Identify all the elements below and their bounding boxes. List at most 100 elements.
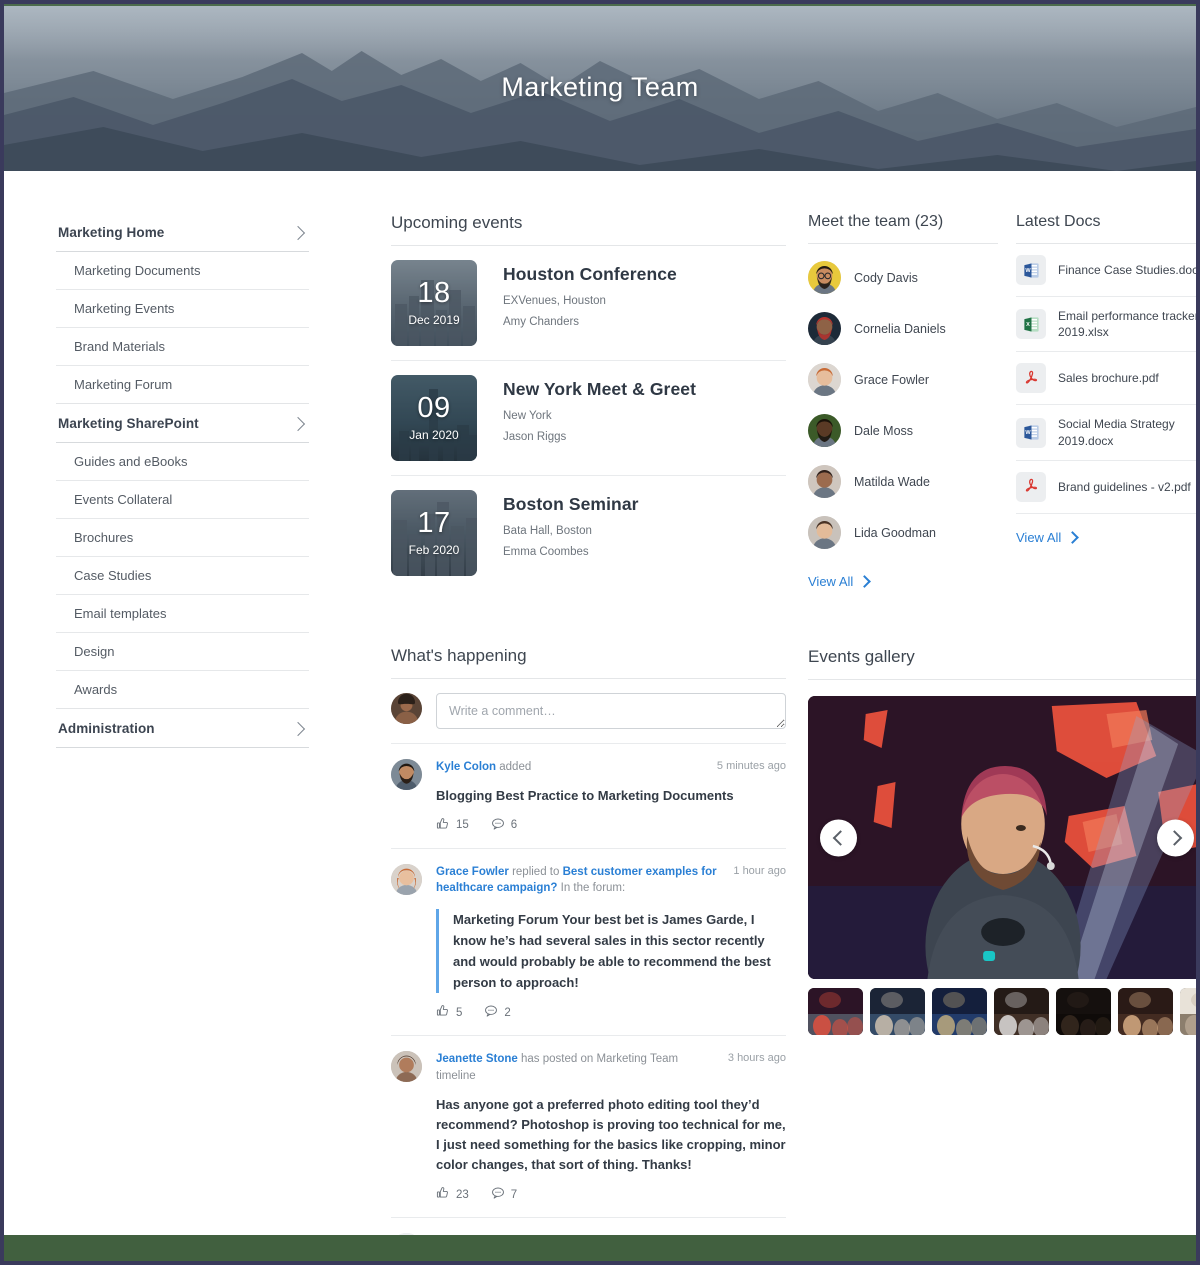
like-action[interactable]: 23 [436, 1186, 469, 1203]
post-author-link[interactable]: Grace Fowler [436, 866, 509, 878]
sidebar-item-email-templates[interactable]: Email templates [56, 595, 309, 633]
like-count: 5 [456, 1006, 463, 1019]
gallery-thumbnail[interactable] [1056, 988, 1111, 1035]
gallery-thumbnail[interactable] [870, 988, 925, 1035]
team-member-row[interactable]: Dale Moss [808, 405, 998, 456]
meet-the-team-heading: Meet the team (23) [808, 213, 998, 244]
team-member-name: Matilda Wade [854, 474, 930, 489]
post-content: Jeanette Stone has posted on Marketing T… [436, 1051, 786, 1203]
composer-avatar [391, 693, 422, 724]
team-member-row[interactable]: Lida Goodman [808, 507, 998, 558]
post-author-link[interactable]: Jeanette Stone [436, 1053, 518, 1065]
team-member-name: Grace Fowler [854, 372, 930, 387]
team-member-row[interactable]: Grace Fowler [808, 354, 998, 405]
sidebar-item-marketing-events[interactable]: Marketing Events [56, 290, 309, 328]
event-day: 18 [417, 277, 451, 309]
latest-docs-panel: Latest Docs W Finance Case Studies.docx X E… [1016, 213, 1196, 547]
post-meta: Grace Fowler replied to Best customer ex… [436, 864, 723, 897]
avatar [808, 465, 841, 498]
team-member-row[interactable]: Matilda Wade [808, 456, 998, 507]
latest-docs-heading: Latest Docs [1016, 213, 1196, 244]
sidebar-item-events-collateral[interactable]: Events Collateral [56, 481, 309, 519]
doc-name: Social Media Strategy 2019.docx [1058, 417, 1175, 448]
comment-action[interactable]: 6 [491, 817, 517, 834]
word-doc-icon: W [1016, 255, 1046, 285]
doc-item[interactable]: Sales brochure.pdf [1016, 352, 1196, 406]
comment-action[interactable]: 7 [491, 1186, 517, 1203]
post-author-link[interactable]: Kyle Colon [436, 761, 496, 773]
main-column: Upcoming events 18 Dec 2019 Houston Confer… [391, 213, 786, 1261]
like-action[interactable]: 15 [436, 817, 469, 834]
comment-count: 6 [510, 819, 518, 832]
event-name: Boston Seminar [503, 494, 639, 514]
post-actions: 23 7 [436, 1186, 786, 1203]
event-item[interactable]: 09 Jan 2020 New York Meet & Greet New York J… [391, 361, 786, 476]
sidebar-item-design[interactable]: Design [56, 633, 309, 671]
gallery-thumbnail[interactable] [1118, 988, 1173, 1035]
like-count: 15 [456, 819, 469, 832]
chevron-right-icon [290, 721, 306, 736]
gallery-next-button[interactable] [1157, 819, 1194, 856]
post-text: Blogging Best Practice to Marketing Docu… [436, 787, 734, 803]
docs-view-all-label: View All [1016, 529, 1062, 545]
doc-item[interactable]: W Social Media Strategy 2019.docx [1016, 405, 1196, 461]
team-member-row[interactable]: Cornelia Daniels [808, 303, 998, 354]
team-view-all-link[interactable]: View All [808, 574, 872, 589]
sidebar-item-awards[interactable]: Awards [56, 671, 309, 708]
sidebar-item-guides-and-ebooks[interactable]: Guides and eBooks [56, 443, 309, 481]
thumbs-up-icon [436, 817, 450, 834]
docs-view-all-link[interactable]: View All [1016, 529, 1080, 545]
sidebar-header-marketing-home[interactable]: Marketing Home [56, 213, 309, 252]
comment-input[interactable] [436, 693, 786, 729]
avatar [808, 516, 841, 549]
doc-item[interactable]: Brand guidelines - v2.pdf [1016, 461, 1196, 514]
event-month-year: Jan 2020 [409, 428, 459, 442]
event-name: New York Meet & Greet [503, 379, 697, 399]
chevron-right-icon [1166, 829, 1182, 846]
gallery-thumbnail[interactable] [932, 988, 987, 1035]
avatar [808, 363, 841, 396]
team-member-name: Cody Davis [854, 270, 918, 285]
doc-item[interactable]: X Email performance tracker 2019.xlsx [1016, 297, 1196, 353]
post-timestamp: 3 hours ago [727, 1052, 786, 1065]
sidebar-header-marketing-sharepoint[interactable]: Marketing SharePoint [56, 404, 309, 443]
sidebar-group-2: Administration [56, 709, 309, 748]
like-action[interactable]: 5 [436, 1004, 462, 1021]
svg-text:W: W [1025, 430, 1031, 436]
sidebar-item-brand-materials[interactable]: Brand Materials [56, 328, 309, 366]
event-item[interactable]: 18 Dec 2019 Houston Conference EXVenues, Ho… [391, 246, 786, 361]
sidebar-item-marketing-forum[interactable]: Marketing Forum [56, 366, 309, 403]
gallery-thumbnail[interactable] [808, 988, 863, 1035]
gallery-thumbnail[interactable] [1180, 988, 1196, 1035]
post-action-text: replied to [512, 865, 560, 878]
sidebar-group-1: Marketing SharePoint Guides and eBooks Eve… [56, 404, 309, 709]
events-gallery-heading: Events gallery [808, 647, 1196, 680]
event-item[interactable]: 17 Feb 2020 Boston Seminar Bata Hall, Bosto… [391, 476, 786, 590]
sidebar-item-brochures[interactable]: Brochures [56, 519, 309, 557]
event-venue: New York [503, 410, 552, 422]
chevron-left-icon [832, 829, 848, 846]
avatar [808, 261, 841, 294]
avatar [808, 312, 841, 345]
post-timestamp: 5 minutes ago [716, 760, 786, 772]
post-actions: 15 6 [436, 817, 786, 834]
doc-item[interactable]: W Finance Case Studies.docx [1016, 244, 1196, 297]
page-body: Marketing Home Marketing Documents Marketi… [4, 171, 1196, 1261]
team-view-all-label: View All [808, 574, 854, 589]
event-host: Amy Chanders [503, 316, 580, 328]
sidebar-header-administration[interactable]: Administration [56, 709, 309, 748]
post-actions: 52 [436, 1004, 786, 1021]
gallery-thumbnail[interactable] [994, 988, 1049, 1035]
sidebar-item-marketing-documents[interactable]: Marketing Documents [56, 252, 309, 290]
pdf-doc-icon [1016, 363, 1046, 394]
comment-count: 2 [504, 1006, 511, 1019]
gallery-prev-button[interactable] [820, 819, 857, 856]
gallery-photo-speaker [808, 696, 1196, 979]
comment-count: 7 [510, 1188, 518, 1201]
post-header: Grace Fowler replied to Best customer ex… [436, 864, 786, 897]
sidebar-item-case-studies[interactable]: Case Studies [56, 557, 309, 595]
event-month-year: Feb 2020 [408, 543, 460, 557]
team-member-row[interactable]: Cody Davis [808, 252, 998, 303]
gallery-main-image[interactable] [808, 696, 1196, 979]
comment-action[interactable]: 2 [484, 1004, 511, 1021]
